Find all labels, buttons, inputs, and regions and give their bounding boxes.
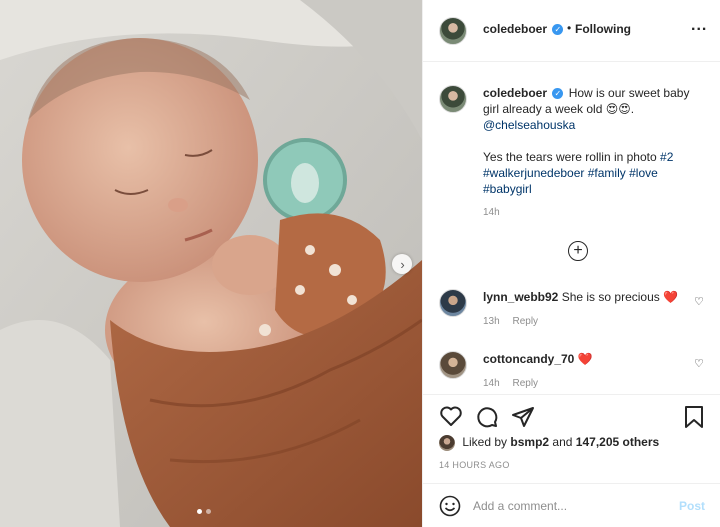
commenter-avatar[interactable] (439, 289, 467, 317)
liker-avatar[interactable] (439, 435, 455, 451)
chevron-right-icon: › (400, 256, 405, 272)
comment-username[interactable]: cottoncandy_70 (483, 352, 574, 366)
likes-summary: Liked by bsmp2 and 147,205 others (439, 435, 659, 451)
carousel-dots (197, 509, 211, 514)
instagram-post: › coledeboer ✓ • Following ... coledeboe… (0, 0, 720, 527)
next-photo-button[interactable]: › (392, 254, 412, 274)
comment-username[interactable]: lynn_webb92 (483, 290, 558, 304)
liker-username[interactable]: bsmp2 (510, 435, 549, 449)
comment-body: She is so precious (561, 290, 660, 304)
post-comment-button[interactable]: Post (679, 499, 705, 513)
comment-meta: 14h Reply (483, 378, 538, 389)
caption-line2: Yes the tears were rollin in photo (483, 150, 657, 164)
comment-text: lynn_webb92 She is so precious ❤️ (483, 290, 683, 305)
comment-emoji: ❤️ (577, 352, 593, 366)
hashtag-link[interactable]: #babygirl (483, 182, 532, 196)
hashtag-link[interactable]: #walkerjunedeboer (483, 166, 584, 180)
verified-badge-icon: ✓ (552, 24, 564, 36)
post-header: coledeboer ✓ • Following ... (423, 0, 720, 62)
comment-meta: 13h Reply (483, 316, 538, 327)
comment-emoji: ❤️ (663, 290, 679, 304)
post-sidebar: coledeboer ✓ • Following ... coledeboer … (422, 0, 720, 527)
load-more-icon[interactable]: + (568, 241, 588, 261)
verified-badge-icon: ✓ (552, 88, 564, 100)
commenter-avatar[interactable] (439, 351, 467, 379)
likes-prefix: Liked by (462, 435, 508, 450)
caption-username[interactable]: coledeboer (483, 86, 547, 100)
comment-icon[interactable] (475, 405, 499, 429)
mention-link[interactable]: @chelseahouska (483, 118, 575, 132)
newborn-baby-photo (0, 0, 422, 527)
header-separator: • (567, 21, 572, 35)
caption-avatar[interactable] (439, 85, 467, 113)
caption-time: 14h (483, 207, 500, 218)
action-icons (439, 405, 705, 429)
comment-time: 14h (483, 378, 500, 389)
likes-count[interactable]: 147,205 others (576, 435, 659, 449)
share-icon[interactable] (511, 405, 535, 429)
more-options-icon[interactable]: ... (691, 17, 707, 35)
post-photo[interactable]: › (0, 0, 422, 527)
caption-emoji: 😍😍. (605, 102, 635, 116)
post-actions: Liked by bsmp2 and 147,205 others 14 HOU… (423, 394, 720, 527)
save-icon[interactable] (683, 405, 705, 429)
add-comment-bar: Post (423, 483, 720, 527)
carousel-dot (197, 509, 202, 514)
like-comment-heart-icon[interactable]: ♡ (694, 357, 704, 370)
comment-input[interactable] (473, 496, 663, 516)
author-avatar[interactable] (439, 17, 467, 45)
header-username-text[interactable]: coledeboer (483, 22, 547, 36)
heart-icon[interactable] (439, 405, 463, 427)
hashtag-link[interactable]: #family (588, 166, 626, 180)
header-username[interactable]: coledeboer ✓ (483, 22, 565, 36)
comment-time: 13h (483, 316, 500, 327)
like-comment-heart-icon[interactable]: ♡ (694, 295, 704, 308)
post-caption: coledeboer ✓ How is our sweet baby girl … (483, 85, 707, 221)
emoji-icon[interactable] (439, 495, 461, 517)
carousel-dot (206, 509, 211, 514)
likes-middle: and (552, 435, 573, 450)
reply-button[interactable]: Reply (512, 378, 538, 389)
post-timestamp[interactable]: 14 HOURS AGO (439, 460, 510, 470)
hashtag-link[interactable]: #love (629, 166, 658, 180)
following-button[interactable]: Following (575, 22, 631, 36)
reply-button[interactable]: Reply (512, 316, 538, 327)
hashtag-link[interactable]: #2 (660, 150, 673, 164)
comment-text: cottoncandy_70 ❤️ (483, 352, 683, 367)
